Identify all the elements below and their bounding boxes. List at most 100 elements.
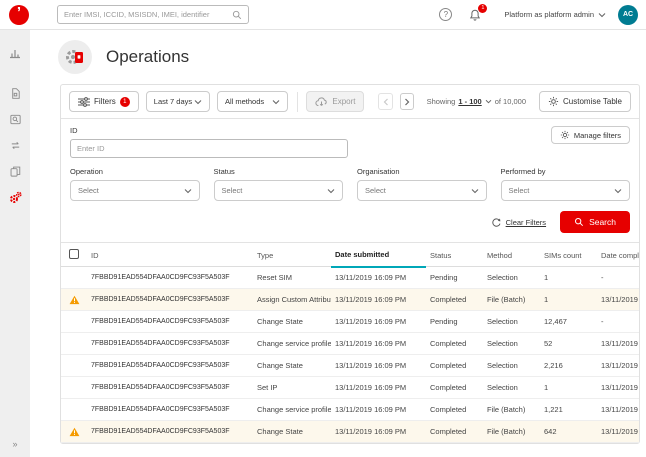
cell-date-completed: - (597, 267, 639, 289)
cell-status: Completed (426, 333, 483, 355)
showing-total: of 10,000 (495, 97, 526, 106)
column-header-status[interactable]: Status (426, 243, 483, 267)
performed-by-select[interactable]: Select (501, 180, 631, 201)
cell-method: File (Batch) (483, 421, 540, 443)
reset-icon (491, 217, 502, 228)
manage-filters-button[interactable]: Manage filters (551, 126, 630, 144)
gear-icon (548, 96, 559, 107)
sidebar-item-sims[interactable] (0, 80, 30, 106)
filters-button[interactable]: Filters 1 (69, 91, 139, 112)
avatar[interactable]: AC (618, 5, 638, 25)
search-button-label: Search (589, 217, 616, 227)
table-body: 7FBBD91EAD554DFAA0CD9FC93F5A503F Reset S… (61, 267, 639, 443)
table-row[interactable]: 7FBBD91EAD554DFAA0CD9FC93F5A503F Change … (61, 333, 639, 355)
bar-chart-icon (8, 46, 22, 60)
sidebar-item-dashboard[interactable] (0, 40, 30, 66)
table-row[interactable]: 7FBBD91EAD554DFAA0CD9FC93F5A503F Reset S… (61, 267, 639, 289)
manage-filters-label: Manage filters (574, 131, 621, 140)
cell-date-completed: 13/11/2019 (597, 355, 639, 377)
operations-table: ID Type Date submitted Status Method SIM… (61, 243, 639, 443)
search-icon (232, 10, 242, 20)
cell-status: Completed (426, 289, 483, 311)
account-menu[interactable]: Platform as platform admin (504, 10, 606, 19)
cell-status: Completed (426, 377, 483, 399)
column-header-type[interactable]: Type (253, 243, 331, 267)
global-search[interactable] (57, 5, 249, 24)
next-page-button[interactable] (400, 93, 414, 110)
column-header-id[interactable]: ID (87, 243, 253, 267)
cell-date-submitted: 13/11/2019 16:09 PM (331, 333, 426, 355)
filter-field-status: Status Select (214, 167, 344, 201)
chevron-left-icon (383, 98, 389, 106)
table-row[interactable]: 7FBBD91EAD554DFAA0CD9FC93F5A503F Change … (61, 399, 639, 421)
date-range-select[interactable]: Last 7 days (146, 91, 210, 112)
status-select-value: Select (222, 186, 243, 195)
clear-filters-link[interactable]: Clear Filters (491, 217, 546, 228)
cell-date-completed: - (597, 311, 639, 333)
sidebar-item-documents[interactable] (0, 158, 30, 184)
id-field-label: ID (70, 126, 348, 135)
status-select[interactable]: Select (214, 180, 344, 201)
customise-table-button[interactable]: Customise Table (539, 91, 631, 112)
warning-icon (69, 295, 80, 305)
cell-status: Pending (426, 311, 483, 333)
search-button[interactable]: Search (560, 211, 630, 233)
sliders-icon (78, 97, 90, 107)
cell-date-completed: 13/11/2019 (597, 421, 639, 443)
select-all-checkbox[interactable] (69, 249, 79, 259)
cell-status: Completed (426, 355, 483, 377)
sidebar-item-transfer[interactable] (0, 132, 30, 158)
column-header-date-completed[interactable]: Date completed (597, 243, 639, 267)
filter-panel: ID Manage filters Operation Select (61, 119, 639, 243)
cell-method: Selection (483, 355, 540, 377)
cell-type: Change State (253, 311, 331, 333)
cell-date-completed: 13/11/2019 (597, 289, 639, 311)
column-header-date-submitted[interactable]: Date submitted (331, 243, 426, 267)
organisation-label: Organisation (357, 167, 487, 176)
cell-date-submitted: 13/11/2019 16:09 PM (331, 421, 426, 443)
organisation-select[interactable]: Select (357, 180, 487, 201)
topbar: ’ ? 1 Platform as platform admin AC (0, 0, 646, 30)
global-search-input[interactable] (64, 10, 232, 19)
sidebar-item-audit[interactable] (0, 106, 30, 132)
chevron-down-icon (471, 188, 479, 194)
vodafone-logo-icon[interactable]: ’ (9, 5, 29, 25)
export-button[interactable]: Export (306, 91, 364, 112)
cell-status: Completed (426, 399, 483, 421)
method-select[interactable]: All methods (217, 91, 288, 112)
notifications-button[interactable]: 1 (468, 8, 482, 22)
operations-page-icon (58, 40, 92, 74)
sidebar: » (0, 30, 30, 457)
cell-date-submitted: 13/11/2019 16:09 PM (331, 311, 426, 333)
cell-sims-count: 12,467 (540, 311, 597, 333)
cell-date-completed: 13/11/2019 (597, 399, 639, 421)
chevron-down-icon (614, 188, 622, 194)
operation-select[interactable]: Select (70, 180, 200, 201)
file-export-icon (9, 165, 22, 178)
sidebar-item-operations[interactable] (0, 184, 30, 210)
column-header-sims-count[interactable]: SIMs count (540, 243, 597, 267)
help-icon[interactable]: ? (439, 8, 452, 21)
table-row[interactable]: 7FBBD91EAD554DFAA0CD9FC93F5A503F Change … (61, 355, 639, 377)
page-header: Operations (30, 30, 646, 84)
prev-page-button[interactable] (378, 93, 392, 110)
customise-table-label: Customise Table (563, 97, 622, 106)
search-icon (574, 217, 584, 227)
sidebar-collapse-toggle[interactable]: » (0, 439, 30, 449)
column-header-method[interactable]: Method (483, 243, 540, 267)
performed-by-select-value: Select (509, 186, 530, 195)
id-input[interactable] (70, 139, 348, 158)
warning-icon (69, 427, 80, 437)
showing-range-dropdown[interactable]: 1 - 100 (458, 97, 481, 106)
table-row[interactable]: 7FBBD91EAD554DFAA0CD9FC93F5A503F Change … (61, 311, 639, 333)
table-row[interactable]: 7FBBD91EAD554DFAA0CD9FC93F5A503F Assign … (61, 289, 639, 311)
cell-type: Change State (253, 355, 331, 377)
cell-type: Change State (253, 421, 331, 443)
cell-date-completed: 13/11/2019 (597, 377, 639, 399)
cell-status: Pending (426, 267, 483, 289)
page-title: Operations (106, 47, 189, 67)
export-label: Export (332, 97, 355, 106)
table-row[interactable]: 7FBBD91EAD554DFAA0CD9FC93F5A503F Set IP … (61, 377, 639, 399)
table-row[interactable]: 7FBBD91EAD554DFAA0CD9FC93F5A503F Change … (61, 421, 639, 443)
filter-field-organisation: Organisation Select (357, 167, 487, 201)
